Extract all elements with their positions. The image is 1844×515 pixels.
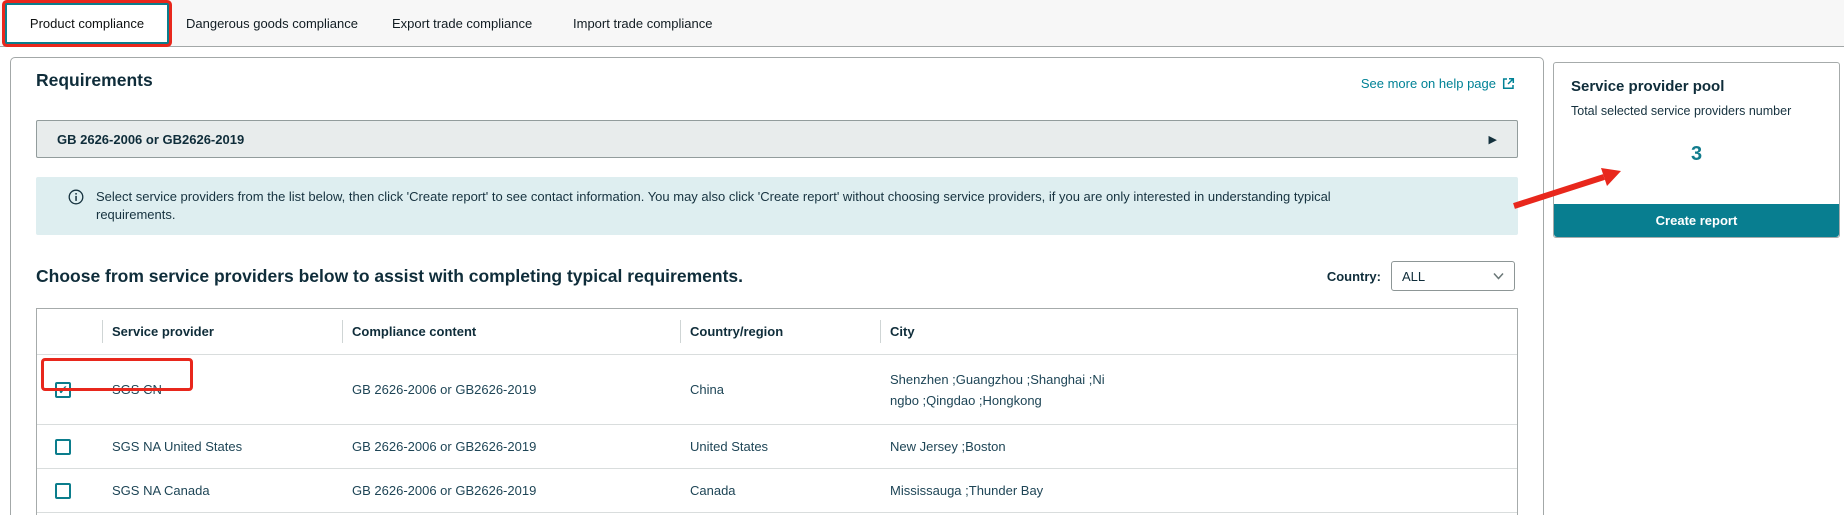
country-select[interactable]: ALL	[1391, 261, 1515, 291]
city-cell: New Jersey ;Boston	[880, 436, 1110, 457]
row-checkbox[interactable]	[55, 382, 71, 398]
content-cell: GB 2626-2006 or GB2626-2019	[342, 483, 680, 498]
country-cell: Canada	[680, 483, 880, 498]
content-cell: GB 2626-2006 or GB2626-2019	[342, 439, 680, 454]
chevron-down-icon	[1493, 272, 1504, 280]
tab-export-trade-compliance[interactable]: Export trade compliance	[392, 0, 532, 47]
info-banner: Select service providers from the list b…	[36, 177, 1518, 235]
country-filter: Country: ALL	[1327, 261, 1515, 291]
table-row: SGS NA United States GB 2626-2006 or GB2…	[37, 424, 1517, 468]
main-panel: Requirements See more on help page GB 26…	[10, 57, 1544, 515]
external-link-icon	[1502, 77, 1515, 90]
provider-cell: SGS NA United States	[102, 439, 342, 454]
tab-dangerous-goods-compliance[interactable]: Dangerous goods compliance	[186, 0, 358, 47]
table-row: SGS NA Canada GB 2626-2006 or GB2626-201…	[37, 468, 1517, 512]
city-cell: Mississauga ;Thunder Bay	[880, 480, 1110, 501]
country-select-value: ALL	[1402, 269, 1425, 284]
provider-cell: SGS CN	[102, 382, 342, 397]
provider-cell: SGS NA Canada	[102, 483, 342, 498]
country-cell: United States	[680, 439, 880, 454]
caret-right-icon: ▶	[1489, 133, 1497, 146]
page: Product compliance Dangerous goods compl…	[0, 0, 1844, 515]
help-page-link[interactable]: See more on help page	[1361, 76, 1515, 91]
info-banner-text: Select service providers from the list b…	[96, 188, 1376, 224]
pool-title: Service provider pool	[1571, 78, 1822, 95]
header-country-region: Country/region	[680, 309, 880, 354]
header-service-provider: Service provider	[102, 309, 342, 354]
create-report-button[interactable]: Create report	[1554, 204, 1839, 237]
country-label: Country:	[1327, 269, 1381, 284]
service-provider-pool-card: Service provider pool Total selected ser…	[1553, 62, 1840, 238]
tab-label: Import trade compliance	[573, 16, 712, 31]
table-row: SGS CN GB 2626-2006 or GB2626-2019 China…	[37, 354, 1517, 424]
row-checkbox[interactable]	[55, 483, 71, 499]
help-link-label: See more on help page	[1361, 76, 1496, 91]
choose-providers-heading: Choose from service providers below to a…	[36, 266, 743, 287]
row-checkbox[interactable]	[55, 439, 71, 455]
content-cell: GB 2626-2006 or GB2626-2019	[342, 382, 680, 397]
header-compliance-content: Compliance content	[342, 309, 680, 354]
requirements-title: Requirements	[36, 70, 153, 91]
table-header-row: Service provider Compliance content Coun…	[37, 309, 1517, 354]
tab-label: Dangerous goods compliance	[186, 16, 358, 31]
requirement-accordion[interactable]: GB 2626-2006 or GB2626-2019 ▶	[36, 120, 1518, 158]
city-cell: Shenzhen ;Guangzhou ;Shanghai ;Ningbo ;Q…	[880, 369, 1110, 411]
tab-bar: Product compliance Dangerous goods compl…	[0, 0, 1844, 47]
tab-label: Export trade compliance	[392, 16, 532, 31]
header-city: City	[880, 309, 1110, 354]
selected-count: 3	[1571, 143, 1822, 166]
service-providers-table: Service provider Compliance content Coun…	[36, 308, 1518, 515]
tab-import-trade-compliance[interactable]: Import trade compliance	[573, 0, 712, 47]
tab-label: Product compliance	[30, 16, 144, 31]
pool-subtitle: Total selected service providers number	[1571, 104, 1822, 118]
accordion-label: GB 2626-2006 or GB2626-2019	[57, 132, 244, 147]
country-cell: China	[680, 382, 880, 397]
info-icon	[68, 189, 84, 205]
tab-product-compliance[interactable]: Product compliance	[5, 3, 169, 44]
